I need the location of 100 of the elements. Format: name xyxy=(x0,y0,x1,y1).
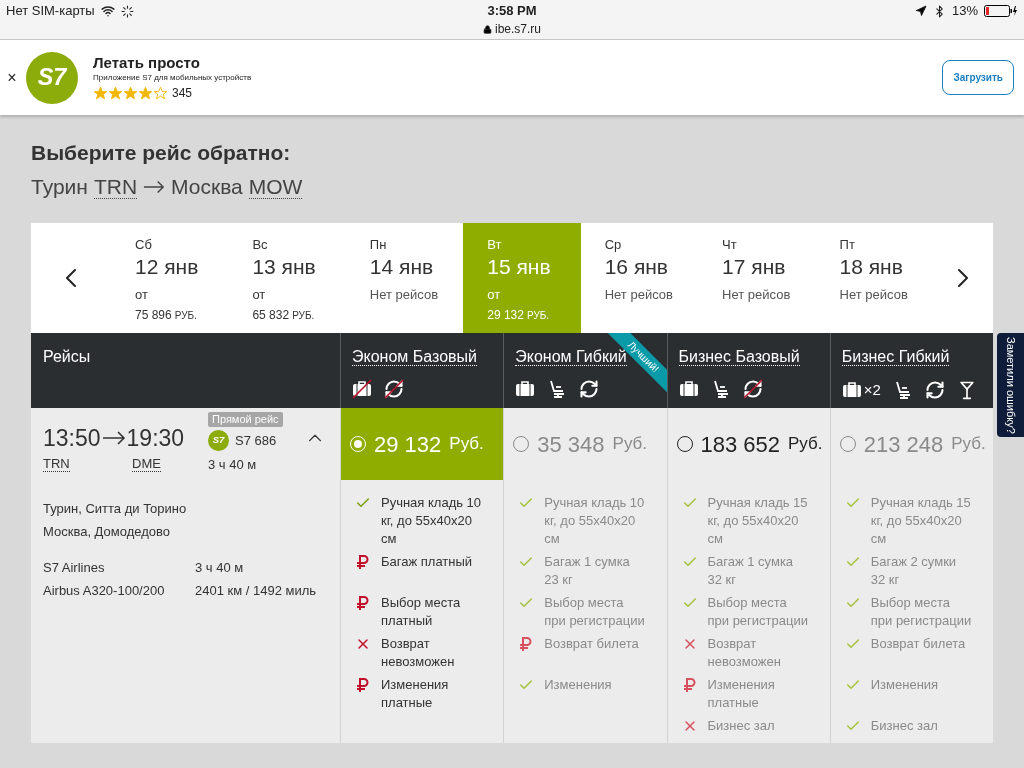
wifi-icon xyxy=(100,4,115,18)
date-tab[interactable]: Пн 14 янв Нет рейсов xyxy=(345,223,464,333)
date-label: 16 янв xyxy=(604,254,669,280)
rating-count: 345 xyxy=(172,85,193,102)
battery-percent: 13% xyxy=(951,2,978,21)
weekday-label: Вт xyxy=(487,237,503,253)
clock: 3:58 PM xyxy=(486,2,538,21)
arrow-icon xyxy=(100,431,127,445)
from-label: от xyxy=(487,286,502,304)
fare-feature: Возврат невозможен xyxy=(381,635,456,671)
fare-title[interactable]: Бизнес Базовый xyxy=(678,348,800,366)
currency-label: РУБ. xyxy=(292,309,315,323)
flight-distance: 2401 км / 1492 миль xyxy=(195,581,318,600)
departure-time: 13:50 xyxy=(43,424,101,452)
date-label: 12 янв xyxy=(135,254,200,280)
date-tab[interactable]: Вс 13 янв от 65 832 РУБ. xyxy=(228,223,346,333)
location-icon xyxy=(914,5,927,17)
fare-feature: Возврат невозможен xyxy=(707,635,782,671)
fare-feature: Багаж платный xyxy=(381,553,473,571)
app-subtitle: Приложение S7 для мобильных устройств xyxy=(93,72,252,84)
date-label: 18 янв xyxy=(839,254,904,280)
fare-feature: Ручная кладь 10 кг, до 55x40x20 см xyxy=(544,494,646,548)
fare-feature: Багаж 1 сумка 23 кг xyxy=(544,553,631,589)
date-tab[interactable]: Пт 18 янв Нет рейсов xyxy=(815,223,933,333)
fare-feature: Ручная кладь 15 кг, до 55x40x20 см xyxy=(707,494,809,548)
currency-label: РУБ. xyxy=(526,309,550,323)
fare-feature: Выбор места платный xyxy=(381,594,462,630)
lock-icon xyxy=(483,24,492,34)
origin-city: Турин xyxy=(31,174,88,200)
weekday-label: Чт xyxy=(722,237,738,253)
download-button[interactable]: Загрузить xyxy=(942,60,1014,95)
date-label: 14 янв xyxy=(369,254,435,280)
ruble-icon xyxy=(681,677,698,693)
weekday-label: Пн xyxy=(369,237,388,253)
weekday-label: Пт xyxy=(839,237,856,253)
from-label: от xyxy=(252,286,267,304)
destination-code[interactable]: MOW xyxy=(248,175,303,199)
app-title: Летать просто xyxy=(93,53,201,72)
fare-feature: Выбор места при регистрации xyxy=(544,594,646,630)
fare-feature: Выбор места при регистрации xyxy=(707,594,809,630)
fare-feature: Выбор места при регистрации xyxy=(870,594,973,630)
fare-price-option[interactable]: 183 652 Руб. xyxy=(666,408,830,480)
date-label: 13 янв xyxy=(252,254,317,280)
weekday-label: Сб xyxy=(135,237,153,253)
cross-icon xyxy=(355,636,371,652)
bag-count: ×2 xyxy=(863,380,881,400)
no-flights-label: Нет рейсов xyxy=(369,286,440,304)
date-tab[interactable]: Ср 16 янв Нет рейсов xyxy=(580,223,699,333)
airport-code[interactable]: DME xyxy=(132,454,161,474)
fare-feature: Изменения платные xyxy=(381,676,450,712)
date-label: 15 янв xyxy=(487,254,552,280)
fare-title[interactable]: Бизнес Гибкий xyxy=(841,348,950,366)
fare-feature: Изменения xyxy=(870,676,939,694)
fare-title[interactable]: Эконом Базовый xyxy=(352,348,477,366)
url-label: ibe.s7.ru xyxy=(495,21,541,38)
fare-feature: Возврат билета xyxy=(870,635,966,653)
destination-city: Москва xyxy=(171,174,243,200)
origin-code[interactable]: TRN xyxy=(93,175,138,199)
fare-feature: Багаж 2 сумки 32 кг xyxy=(870,553,958,589)
weekday-label: Ср xyxy=(604,237,623,253)
loading-icon xyxy=(120,4,134,18)
no-flights-label: Нет рейсов xyxy=(722,286,792,304)
from-label: от xyxy=(135,286,149,304)
travel-time: 3 ч 40 м xyxy=(195,558,245,577)
weekday-label: Вс xyxy=(252,237,269,253)
aircraft-model: Airbus A320-100/200 xyxy=(43,581,166,600)
date-tab[interactable]: Сб 12 янв от 75 896 РУБ. xyxy=(111,223,229,333)
arrival-time: 19:30 xyxy=(126,424,185,452)
fare-feature: Бизнес зал xyxy=(707,717,775,735)
page-heading: Выберите рейс обратно: xyxy=(31,140,292,166)
airport-code[interactable]: TRN xyxy=(43,454,132,474)
fare-feature: Ручная кладь 15 кг, до 55x40x20 см xyxy=(870,494,972,548)
fare-feature: Изменения платные xyxy=(707,676,776,712)
airline-name: S7 Airlines xyxy=(43,558,106,577)
ruble-icon xyxy=(355,554,371,570)
flight-number: S7 686 xyxy=(235,431,277,450)
no-flights-label: Нет рейсов xyxy=(604,286,674,304)
flights-heading: Рейсы xyxy=(43,348,91,365)
ruble-icon xyxy=(355,677,371,693)
close-button[interactable]: × xyxy=(6,69,18,86)
battery-icon xyxy=(984,5,1018,17)
flight-duration: 3 ч 40 м xyxy=(208,456,257,474)
date-label: 17 янв xyxy=(722,254,787,280)
origin-airport: Турин, Ситта ди Торино xyxy=(43,499,188,518)
ruble-icon xyxy=(355,595,371,611)
carrier-label: Нет SIM-карты xyxy=(6,2,95,21)
no-flights-label: Нет рейсов xyxy=(839,286,909,304)
price-label: 29 132 xyxy=(487,307,524,324)
airline-logo: S7 xyxy=(208,430,229,451)
date-tab[interactable]: Чт 17 янв Нет рейсов xyxy=(698,223,816,333)
fare-feature: Багаж 1 сумка 32 кг xyxy=(707,553,795,589)
currency-label: РУБ. xyxy=(174,309,197,323)
feedback-tab[interactable]: Заметили ошибку? xyxy=(997,333,1024,437)
fare-feature: Ручная кладь 10 кг, до 55x40x20 см xyxy=(381,494,483,548)
fare-feature: Изменения xyxy=(544,676,612,694)
app-logo: S7 xyxy=(26,51,78,104)
fare-feature: Бизнес зал xyxy=(870,717,938,735)
direct-flight-badge: Прямой рейс xyxy=(208,412,283,427)
fare-feature: Возврат билета xyxy=(544,635,639,653)
arrow-icon xyxy=(143,180,166,194)
